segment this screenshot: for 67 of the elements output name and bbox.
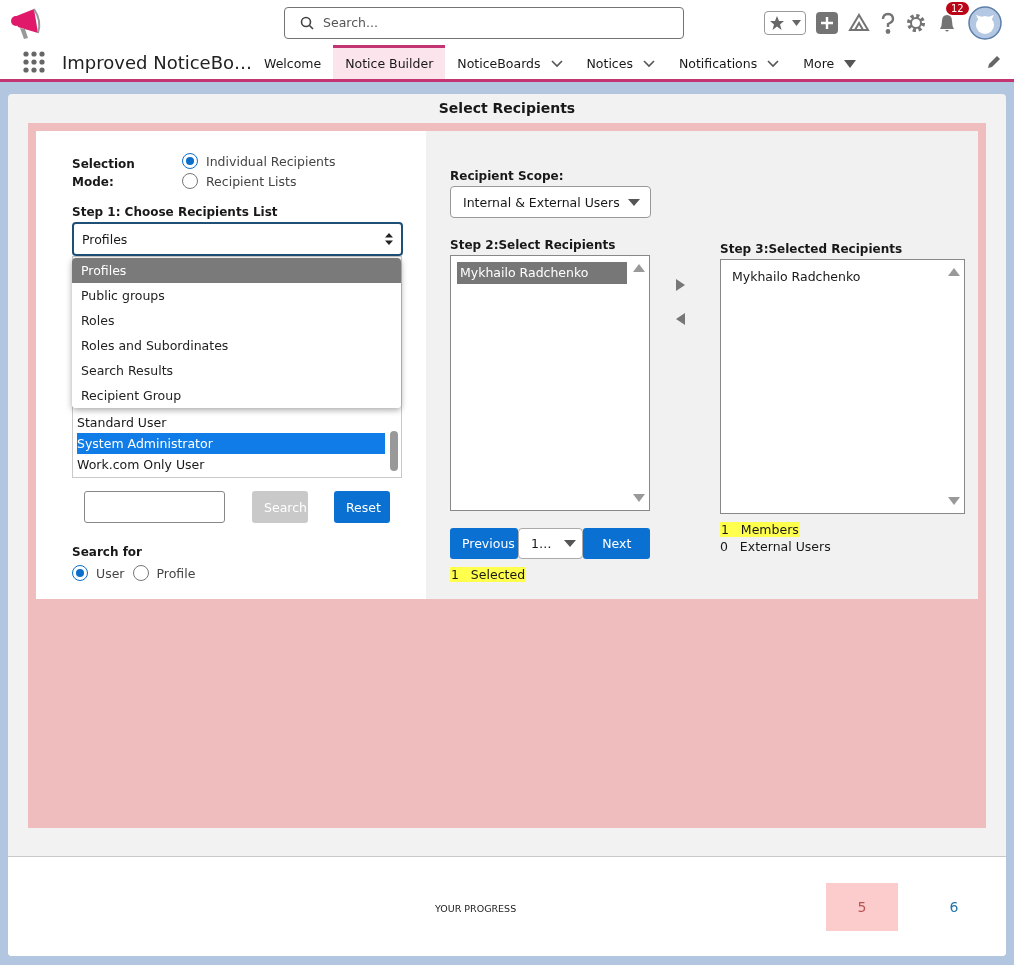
scroll-down-icon[interactable] — [948, 497, 960, 505]
page-title: Select Recipients — [437, 99, 577, 118]
app-title: Improved NoticeBo… — [62, 51, 252, 73]
plus-icon[interactable] — [816, 11, 838, 34]
dropdown-option[interactable]: Profiles — [72, 258, 401, 283]
dropdown-option[interactable]: Recipient Group — [72, 383, 401, 408]
search-icon — [300, 15, 314, 30]
recipient-listbox[interactable]: Mykhailo Radchenko — [450, 255, 650, 511]
app-launcher-icon[interactable] — [22, 50, 46, 74]
field-label: Recipient Scope: — [450, 169, 565, 183]
list-item[interactable]: Standard User — [77, 412, 385, 433]
search-input[interactable] — [84, 491, 225, 523]
list-item[interactable]: Mykhailo Radchenko — [457, 262, 627, 284]
add-arrow-icon[interactable] — [676, 279, 685, 291]
radio-option[interactable]: Profile — [132, 565, 196, 581]
settings-icon[interactable] — [906, 12, 926, 33]
next-button[interactable]: Next — [583, 528, 650, 559]
dropdown-option[interactable]: Roles and Subordinates — [72, 333, 401, 358]
scope-select[interactable]: Internal & External Users — [450, 186, 651, 218]
caret-icon — [844, 59, 857, 68]
list-item[interactable]: Work.com Only User — [77, 454, 385, 475]
scroll-up-icon[interactable] — [948, 268, 960, 276]
select-value: Internal & External Users — [463, 194, 620, 210]
dropdown-option[interactable]: Search Results — [72, 358, 401, 383]
members-count: 1 Members — [720, 522, 800, 537]
step-label: Step 3:Selected Recipients — [720, 242, 904, 256]
help-icon[interactable] — [880, 11, 896, 34]
star-icon — [768, 14, 785, 31]
pencil-icon[interactable] — [986, 54, 1002, 70]
notification-badge: 12 — [946, 1, 969, 15]
mountain-icon[interactable] — [848, 11, 870, 34]
favorites-button[interactable] — [764, 10, 806, 35]
progress-label: YOUR PROGRESS — [435, 902, 518, 914]
page-select[interactable]: 1… — [518, 528, 584, 559]
recipient-listbox[interactable]: Mykhailo Radchenko — [720, 259, 965, 514]
radio-option[interactable]: User — [72, 565, 125, 581]
remove-arrow-icon[interactable] — [676, 313, 685, 325]
field-label: Selection Mode: — [72, 156, 136, 191]
dropdown-option[interactable]: Public groups — [72, 283, 401, 308]
avatar-icon[interactable] — [968, 5, 1002, 40]
caret-icon — [792, 19, 802, 26]
list-select[interactable]: Profiles — [72, 222, 403, 256]
scroll-down-icon[interactable] — [633, 494, 645, 502]
spinner-arrows-icon — [385, 233, 393, 245]
scrollbar-thumb[interactable] — [390, 431, 398, 471]
radio-option[interactable]: Individual Recipients — [182, 153, 336, 169]
field-label: Search for — [72, 545, 143, 559]
nav-tab[interactable]: Notice Builder — [333, 45, 446, 79]
chevron-down-icon — [550, 59, 563, 68]
caret-icon — [628, 198, 640, 206]
caret-icon — [564, 540, 577, 547]
step-label: Step 1: Choose Recipients List — [72, 205, 279, 219]
radio-option[interactable]: Recipient Lists — [182, 173, 336, 189]
step-label: Step 2:Select Recipients — [450, 238, 617, 252]
select-value: 1… — [531, 536, 552, 551]
previous-button[interactable]: Previous — [450, 528, 518, 559]
select-value: Profiles — [82, 231, 128, 247]
selected-count: 1 Selected — [450, 567, 527, 582]
scroll-up-icon[interactable] — [633, 264, 645, 272]
chevron-down-icon — [767, 59, 780, 68]
list-item[interactable]: Mykhailo Radchenko — [729, 266, 942, 288]
chevron-down-icon — [642, 59, 655, 68]
dropdown-option[interactable]: Roles — [72, 308, 401, 333]
search-field[interactable]: Search... — [284, 6, 684, 39]
reset-button[interactable]: Reset — [334, 491, 390, 523]
list-item[interactable]: System Administrator — [77, 433, 385, 454]
external-users-count: 0 External Users — [720, 539, 831, 554]
